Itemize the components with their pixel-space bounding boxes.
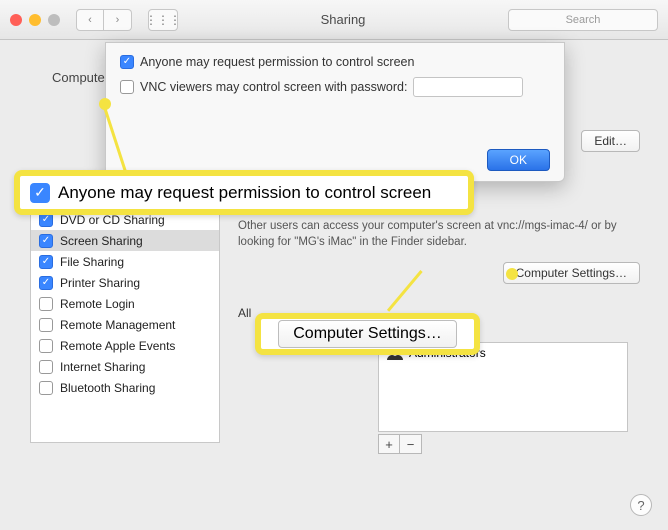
checkbox-anyone[interactable] — [120, 55, 134, 69]
help-button[interactable]: ? — [630, 494, 652, 516]
callout-pointer-2 — [506, 268, 518, 280]
callout-line-2 — [387, 270, 423, 312]
service-label: Screen Sharing — [60, 234, 143, 248]
back-button[interactable]: ‹ — [76, 9, 104, 31]
service-row-remote-login[interactable]: Remote Login — [31, 293, 219, 314]
service-label: Remote Management — [60, 318, 175, 332]
search-field[interactable]: Search — [508, 9, 658, 31]
computer-settings-button[interactable]: Computer Settings… — [503, 262, 640, 284]
service-label: Bluetooth Sharing — [60, 381, 155, 395]
callout-computer-settings: Computer Settings… — [255, 313, 480, 355]
callout-anyone-option: ✓ Anyone may request permission to contr… — [14, 170, 474, 215]
search-placeholder: Search — [566, 14, 601, 26]
add-remove-buttons: + − — [378, 434, 422, 454]
service-checkbox[interactable] — [39, 234, 53, 248]
callout-computer-settings-label: Computer Settings… — [278, 320, 457, 348]
service-label: Printer Sharing — [60, 276, 140, 290]
users-list: Administrators — [378, 342, 628, 432]
service-checkbox[interactable] — [39, 297, 53, 311]
vnc-password-field[interactable] — [413, 77, 523, 97]
edit-button-wrap: Edit… — [581, 130, 640, 152]
close-window-button[interactable] — [10, 14, 22, 26]
service-row-remote-apple-events[interactable]: Remote Apple Events — [31, 335, 219, 356]
service-label: Remote Apple Events — [60, 339, 175, 353]
service-label: Internet Sharing — [60, 360, 145, 374]
forward-button[interactable]: › — [104, 9, 132, 31]
window-controls — [10, 14, 60, 26]
dialog-option-anyone[interactable]: Anyone may request permission to control… — [120, 55, 550, 69]
service-row-internet-sharing[interactable]: Internet Sharing — [31, 356, 219, 377]
nav-buttons: ‹ › — [76, 9, 132, 31]
ok-button[interactable]: OK — [487, 149, 550, 171]
computer-settings-dialog: Anyone may request permission to control… — [105, 42, 565, 182]
computer-name-label: Compute — [52, 70, 105, 85]
service-label: Remote Login — [60, 297, 135, 311]
window-title: Sharing — [186, 12, 500, 27]
service-row-file-sharing[interactable]: File Sharing — [31, 251, 219, 272]
dialog-option-vnc-label: VNC viewers may control screen with pass… — [140, 80, 407, 94]
screen-sharing-info: Other users can access your computer's s… — [238, 218, 640, 250]
service-row-bluetooth-sharing[interactable]: Bluetooth Sharing — [31, 377, 219, 398]
service-row-remote-management[interactable]: Remote Management — [31, 314, 219, 335]
remove-user-button[interactable]: − — [400, 434, 422, 454]
callout-anyone-label: Anyone may request permission to control… — [58, 183, 431, 203]
callout-anyone-checkbox-icon: ✓ — [30, 183, 50, 203]
service-row-screen-sharing[interactable]: Screen Sharing — [31, 230, 219, 251]
allow-access-label: All — [238, 306, 251, 320]
service-checkbox[interactable] — [39, 318, 53, 332]
service-checkbox[interactable] — [39, 360, 53, 374]
fullscreen-window-button[interactable] — [48, 14, 60, 26]
minimize-window-button[interactable] — [29, 14, 41, 26]
show-all-button[interactable]: ⋮⋮⋮ — [148, 9, 178, 31]
service-checkbox[interactable] — [39, 381, 53, 395]
main-pane: Compute Edit… Anyone may request permiss… — [0, 40, 668, 530]
services-list: DVD or CD SharingScreen SharingFile Shar… — [30, 208, 220, 443]
dialog-option-anyone-label: Anyone may request permission to control… — [140, 55, 414, 69]
titlebar: ‹ › ⋮⋮⋮ Sharing Search — [0, 0, 668, 40]
computer-settings-button-wrap: Computer Settings… — [503, 262, 640, 284]
add-user-button[interactable]: + — [378, 434, 400, 454]
dialog-option-vnc[interactable]: VNC viewers may control screen with pass… — [120, 77, 550, 97]
service-checkbox[interactable] — [39, 276, 53, 290]
service-label: File Sharing — [60, 255, 124, 269]
checkbox-vnc[interactable] — [120, 80, 134, 94]
service-checkbox[interactable] — [39, 339, 53, 353]
edit-button[interactable]: Edit… — [581, 130, 640, 152]
service-checkbox[interactable] — [39, 255, 53, 269]
service-row-printer-sharing[interactable]: Printer Sharing — [31, 272, 219, 293]
